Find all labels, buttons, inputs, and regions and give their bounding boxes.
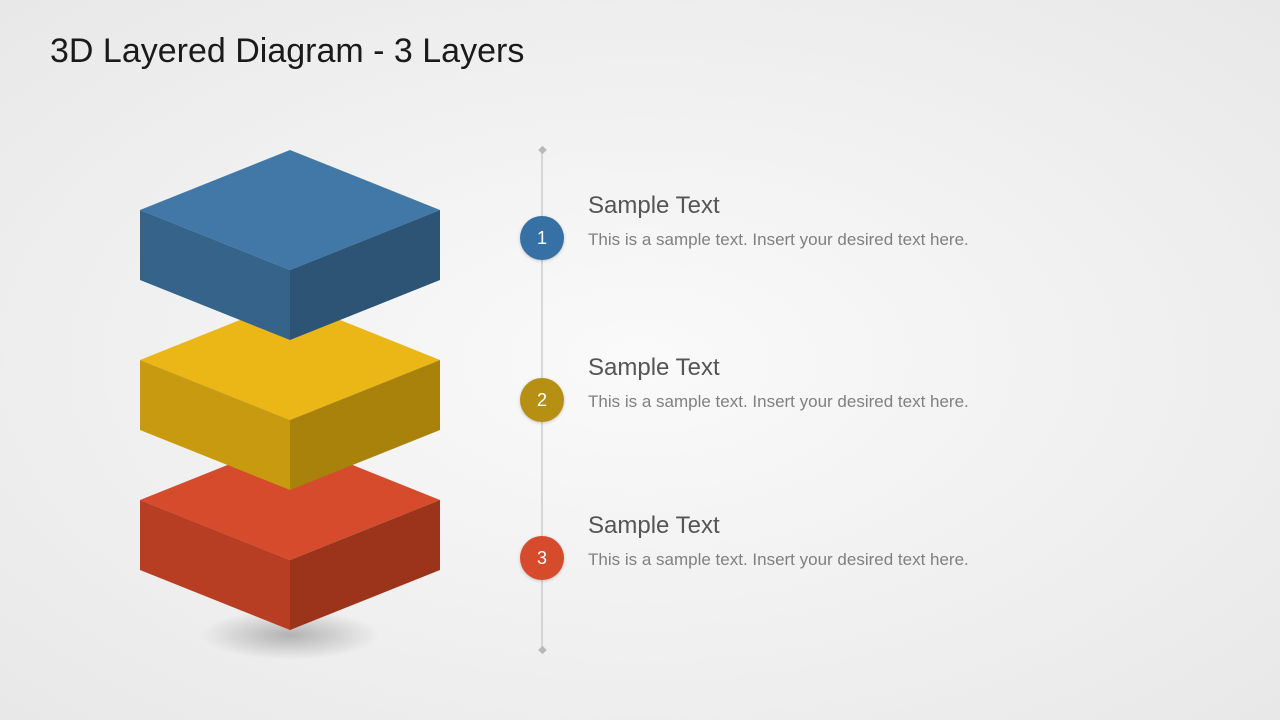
marker-2: 2	[520, 378, 564, 422]
text-description-2: This is a sample text. Insert your desir…	[588, 390, 988, 414]
text-block-2: Sample Text This is a sample text. Inser…	[588, 354, 988, 414]
text-description-3: This is a sample text. Insert your desir…	[588, 548, 988, 572]
text-block-1: Sample Text This is a sample text. Inser…	[588, 192, 988, 252]
marker-3: 3	[520, 536, 564, 580]
marker-1: 1	[520, 216, 564, 260]
page-title: 3D Layered Diagram - 3 Layers	[50, 32, 524, 71]
text-heading-1: Sample Text	[588, 192, 988, 220]
text-heading-2: Sample Text	[588, 354, 988, 382]
timeline: 1 2 3	[512, 150, 572, 650]
text-heading-3: Sample Text	[588, 512, 988, 540]
layer-1-blue	[140, 150, 440, 340]
diagram-3d-layers	[100, 130, 480, 680]
text-block-3: Sample Text This is a sample text. Inser…	[588, 512, 988, 572]
text-description-1: This is a sample text. Insert your desir…	[588, 228, 988, 252]
